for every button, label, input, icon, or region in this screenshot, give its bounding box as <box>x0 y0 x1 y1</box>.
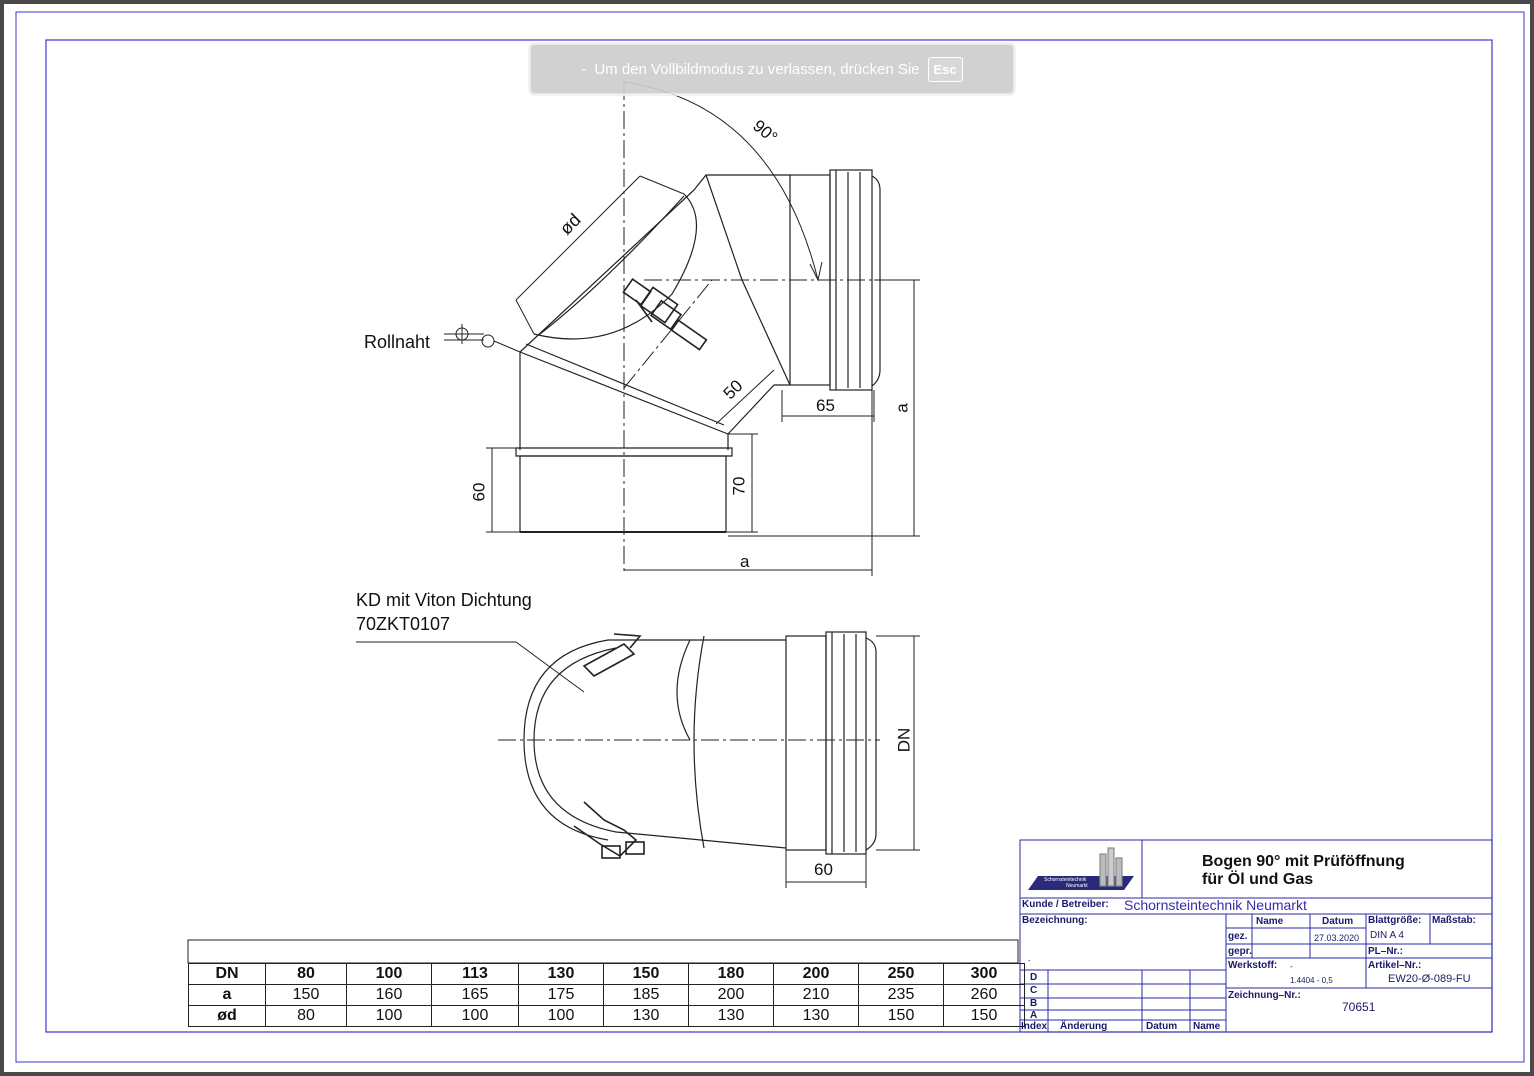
table-cell: 113 <box>431 963 519 985</box>
col-name: Name <box>1256 916 1284 927</box>
table-cell: 100 <box>518 1005 604 1027</box>
artikel-value: EW20-Ø-089-FU <box>1388 973 1471 985</box>
pl-label: PL–Nr.: <box>1368 946 1404 957</box>
dim-70: 70 <box>729 476 749 496</box>
werkstoff-dash: - <box>1290 962 1293 971</box>
banner-text: Um den Vollbildmodus zu verlassen, drück… <box>594 60 920 78</box>
table-cell: 235 <box>858 984 944 1006</box>
werkstoff-label: Werkstoff: <box>1228 960 1278 971</box>
bezeichnung-value: - <box>1028 956 1031 965</box>
table-cell: 160 <box>346 984 432 1006</box>
table-cell: 100 <box>431 1005 519 1027</box>
table-cell: 100 <box>346 1005 432 1027</box>
table-cell: 250 <box>858 963 944 985</box>
banner-prefix: - <box>581 60 587 78</box>
table-cell: 210 <box>773 984 859 1006</box>
rev-d: D <box>1030 972 1038 983</box>
dim-60-left: 60 <box>469 482 489 502</box>
table-cell: 130 <box>773 1005 859 1027</box>
table-cell: 260 <box>943 984 1025 1006</box>
table-cell: 300 <box>943 963 1025 985</box>
table-cell: 130 <box>603 1005 689 1027</box>
dim-60-bottom: 60 <box>814 860 833 879</box>
datum-label: Datum <box>1146 1021 1178 1032</box>
blattgroesse-value: DIN A 4 <box>1370 930 1404 941</box>
blattgroesse-label: Blattgröße: <box>1368 915 1422 926</box>
rollnaht-label: Rollnaht <box>364 332 431 352</box>
table-cell: a <box>188 984 266 1006</box>
aenderung-label: Änderung <box>1060 1021 1108 1032</box>
table-cell: 185 <box>603 984 689 1006</box>
dim-a-horizontal: a <box>740 552 750 571</box>
table-cell: 100 <box>346 963 432 985</box>
kunde-value: Schornsteintechnik Neumarkt <box>1124 897 1307 913</box>
table-cell: 180 <box>688 963 774 985</box>
gez-date: 27.03.2020 <box>1314 933 1360 943</box>
rev-c: C <box>1030 985 1038 996</box>
table-cell: 150 <box>265 984 347 1006</box>
table-cell: 130 <box>518 963 604 985</box>
table-cell: 150 <box>943 1005 1025 1027</box>
table-cell: 165 <box>431 984 519 1006</box>
artikel-label: Artikel–Nr.: <box>1368 960 1422 971</box>
gez-label: gez. <box>1228 931 1248 942</box>
kunde-label: Kunde / Betreiber: <box>1022 899 1109 910</box>
zeichnung-label: Zeichnung–Nr.: <box>1228 990 1301 1001</box>
drawing-sheet: 90° ød Rollnaht 50 65 a 60 70 a KD mit V… <box>4 4 1530 1072</box>
kd-label-line2: 70ZKT0107 <box>356 614 451 634</box>
title-line2: für Öl und Gas <box>1202 871 1314 888</box>
table-row: DN 80 100 113 130 150 180 200 250 300 <box>188 963 1025 985</box>
index-label: Index <box>1021 1021 1048 1032</box>
table-row: ød 80 100 100 100 130 130 130 150 150 <box>188 1005 1025 1027</box>
col-datum: Datum <box>1322 916 1354 927</box>
rev-b: B <box>1030 998 1038 1009</box>
werkstoff-value: 1.4404 - 0,5 <box>1290 976 1333 985</box>
table-cell: 150 <box>603 963 689 985</box>
table-cell: ød <box>188 1005 266 1027</box>
dim-dn: DN <box>894 727 914 753</box>
rev-a: A <box>1030 1010 1038 1021</box>
fullscreen-exit-banner: - Um den Vollbildmodus zu verlassen, drü… <box>530 44 1014 94</box>
kd-label-line1: KD mit Viton Dichtung <box>356 590 532 610</box>
dim-65: 65 <box>816 396 835 415</box>
table-cell: 80 <box>265 963 347 985</box>
table-cell: 130 <box>688 1005 774 1027</box>
table-cell: 175 <box>518 984 604 1006</box>
table-cell: 200 <box>773 963 859 985</box>
table-cell: 200 <box>688 984 774 1006</box>
esc-key[interactable]: Esc <box>927 56 963 82</box>
name-label: Name <box>1193 1021 1221 1032</box>
table-cell: 80 <box>265 1005 347 1027</box>
table-row: a 150 160 165 175 185 200 210 235 260 <box>188 984 1025 1006</box>
logo-line2: Neumarkt <box>1066 883 1088 889</box>
bezeichnung-label: Bezeichnung: <box>1022 915 1088 926</box>
table-cell: 150 <box>858 1005 944 1027</box>
dimension-table: DN 80 100 113 130 150 180 200 250 300 a … <box>188 963 1025 1027</box>
zeichnung-value: 70651 <box>1342 1000 1376 1014</box>
title-line1: Bogen 90° mit Prüföffnung <box>1202 853 1405 870</box>
dim-a-vertical: a <box>892 403 912 413</box>
massstab-label: Maßstab: <box>1432 915 1476 926</box>
gepr-label: gepr. <box>1228 946 1252 957</box>
table-cell: DN <box>188 963 266 985</box>
